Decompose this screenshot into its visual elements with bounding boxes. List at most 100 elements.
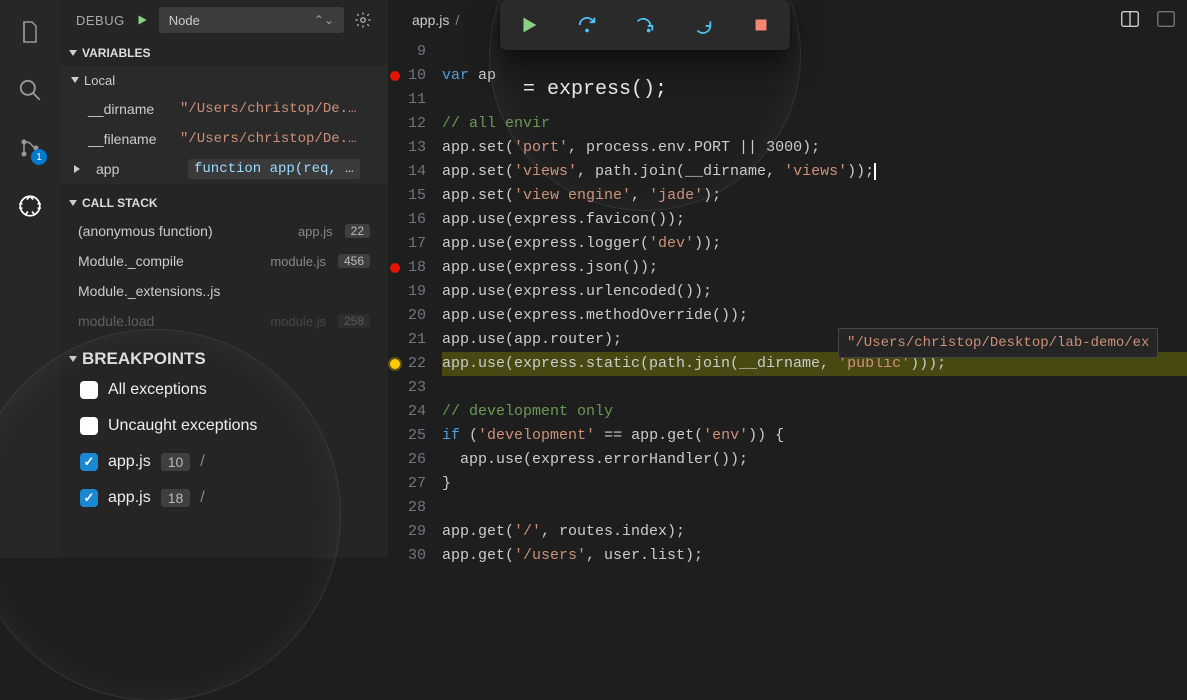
code-line[interactable]: app.use(express.logger('dev'));: [442, 232, 1187, 256]
checkbox[interactable]: [80, 453, 98, 471]
line-number[interactable]: 14: [400, 160, 434, 184]
code-line[interactable]: app.use(express.favicon());: [442, 208, 1187, 232]
variables-scope: Local __dirname"/Users/christop/De...__f…: [60, 66, 388, 184]
section-callstack[interactable]: CALL STACK: [60, 190, 388, 216]
line-number[interactable]: 25: [400, 424, 434, 448]
search-icon[interactable]: [16, 76, 44, 104]
callstack-row[interactable]: Module._extensions..js: [60, 276, 388, 306]
code-line[interactable]: // development only: [442, 400, 1187, 424]
callstack-row[interactable]: Module._compilemodule.js456: [60, 246, 388, 276]
current-line-dot: [390, 359, 400, 369]
gear-icon[interactable]: [354, 11, 372, 29]
code-line[interactable]: app.get('/', routes.index);: [442, 520, 1187, 544]
code-editor[interactable]: 9101112131415161718192021222324252627282…: [388, 40, 1187, 558]
line-number[interactable]: 15: [400, 184, 434, 208]
step-out-icon[interactable]: [692, 14, 714, 36]
code-line[interactable]: app.use(express.errorHandler());: [442, 448, 1187, 472]
section-breakpoints[interactable]: BREAKPOINTS: [60, 346, 388, 372]
code-line[interactable]: [442, 496, 1187, 520]
debug-sidebar: DEBUG Node ⌃⌄ VARIABLES Local __dirname"…: [60, 0, 388, 558]
checkbox[interactable]: [80, 489, 98, 507]
source-control-icon[interactable]: 1: [16, 134, 44, 162]
frame-name: Module._compile: [78, 253, 258, 269]
line-number[interactable]: 26: [400, 448, 434, 472]
callstack-row[interactable]: module.loadmodule.js258: [60, 306, 388, 336]
line-number[interactable]: 10: [400, 64, 434, 88]
frame-name: Module._extensions..js: [78, 283, 370, 299]
code-line[interactable]: [442, 376, 1187, 400]
split-editor-icon[interactable]: [1119, 8, 1141, 30]
line-number[interactable]: 13: [400, 136, 434, 160]
start-debug-icon[interactable]: [135, 13, 149, 27]
line-number[interactable]: 23: [400, 376, 434, 400]
code-line[interactable]: app.set('view engine', 'jade');: [442, 184, 1187, 208]
breakpoint-row[interactable]: app.js10/: [60, 444, 388, 480]
line-number[interactable]: 19: [400, 280, 434, 304]
variable-value: "/Users/christop/De...: [180, 131, 360, 147]
code-line[interactable]: app.set('port', process.env.PORT || 3000…: [442, 136, 1187, 160]
breakpoint-row[interactable]: All exceptions: [60, 372, 388, 408]
breakpoint-tail: /: [200, 453, 204, 471]
code-line[interactable]: app.get('/users', user.list);: [442, 544, 1187, 568]
variable-value: "/Users/christop/De...: [180, 101, 360, 117]
more-icon[interactable]: [1155, 8, 1177, 30]
line-gutter[interactable]: 9101112131415161718192021222324252627282…: [388, 40, 442, 568]
line-number[interactable]: 16: [400, 208, 434, 232]
breakpoint-row[interactable]: app.js18/: [60, 480, 388, 516]
chevron-down-icon: [71, 77, 79, 83]
code-line[interactable]: // all envir: [442, 112, 1187, 136]
line-number[interactable]: 30: [400, 544, 434, 568]
frame-name: module.load: [78, 313, 258, 329]
frame-name: (anonymous function): [78, 223, 286, 239]
code-line[interactable]: app.use(express.methodOverride());: [442, 304, 1187, 328]
callstack-row[interactable]: (anonymous function)app.js22: [60, 216, 388, 246]
code-line[interactable]: app.set('views', path.join(__dirname, 'v…: [442, 160, 1187, 184]
debug-icon[interactable]: [16, 192, 44, 220]
continue-icon[interactable]: [518, 14, 540, 36]
debug-toolbar[interactable]: [500, 0, 790, 50]
breakpoint-dot[interactable]: [390, 71, 400, 81]
line-number[interactable]: 22: [400, 352, 434, 376]
line-number[interactable]: 17: [400, 232, 434, 256]
code-line[interactable]: app.use(express.urlencoded());: [442, 280, 1187, 304]
line-number[interactable]: 9: [400, 40, 434, 64]
line-number[interactable]: 21: [400, 328, 434, 352]
line-number[interactable]: 12: [400, 112, 434, 136]
line-number[interactable]: 11: [400, 88, 434, 112]
variable-row[interactable]: __filename"/Users/christop/De...: [60, 124, 388, 154]
files-icon[interactable]: [16, 18, 44, 46]
variable-row[interactable]: appfunction app(req, res, ne...: [60, 154, 388, 184]
line-number[interactable]: 28: [400, 496, 434, 520]
frame-line: 456: [338, 254, 370, 268]
code-line[interactable]: app.use(express.json());: [442, 256, 1187, 280]
checkbox[interactable]: [80, 381, 98, 399]
chevron-down-icon: [69, 50, 77, 56]
editor-tab[interactable]: app.js /: [412, 12, 459, 28]
scope-local[interactable]: Local: [60, 66, 388, 94]
code-content[interactable]: var ap// all envirapp.set('port', proces…: [442, 40, 1187, 568]
line-number[interactable]: 20: [400, 304, 434, 328]
debug-config-select[interactable]: Node ⌃⌄: [159, 7, 344, 33]
line-number[interactable]: 18: [400, 256, 434, 280]
line-number[interactable]: 29: [400, 520, 434, 544]
breakpoint-label: All exceptions: [108, 381, 207, 399]
variable-name: app: [96, 161, 176, 177]
breakpoint-row[interactable]: Uncaught exceptions: [60, 408, 388, 444]
express-overlay: = express();: [523, 78, 667, 102]
checkbox[interactable]: [80, 417, 98, 435]
line-number[interactable]: 27: [400, 472, 434, 496]
step-into-icon[interactable]: [634, 14, 656, 36]
breakpoint-label: app.js: [108, 453, 151, 471]
breakpoint-label: app.js: [108, 489, 151, 507]
step-over-icon[interactable]: [576, 14, 598, 36]
breakpoint-dot[interactable]: [390, 263, 400, 273]
code-line[interactable]: }: [442, 472, 1187, 496]
line-number[interactable]: 24: [400, 400, 434, 424]
section-variables[interactable]: VARIABLES: [60, 40, 388, 66]
frame-file: module.js: [270, 314, 326, 329]
frame-line: 22: [345, 224, 370, 238]
debug-hover-tip: "/Users/christop/Desktop/lab-demo/ex: [838, 328, 1158, 358]
variable-row[interactable]: __dirname"/Users/christop/De...: [60, 94, 388, 124]
code-line[interactable]: if ('development' == app.get('env')) {: [442, 424, 1187, 448]
stop-icon[interactable]: [750, 14, 772, 36]
